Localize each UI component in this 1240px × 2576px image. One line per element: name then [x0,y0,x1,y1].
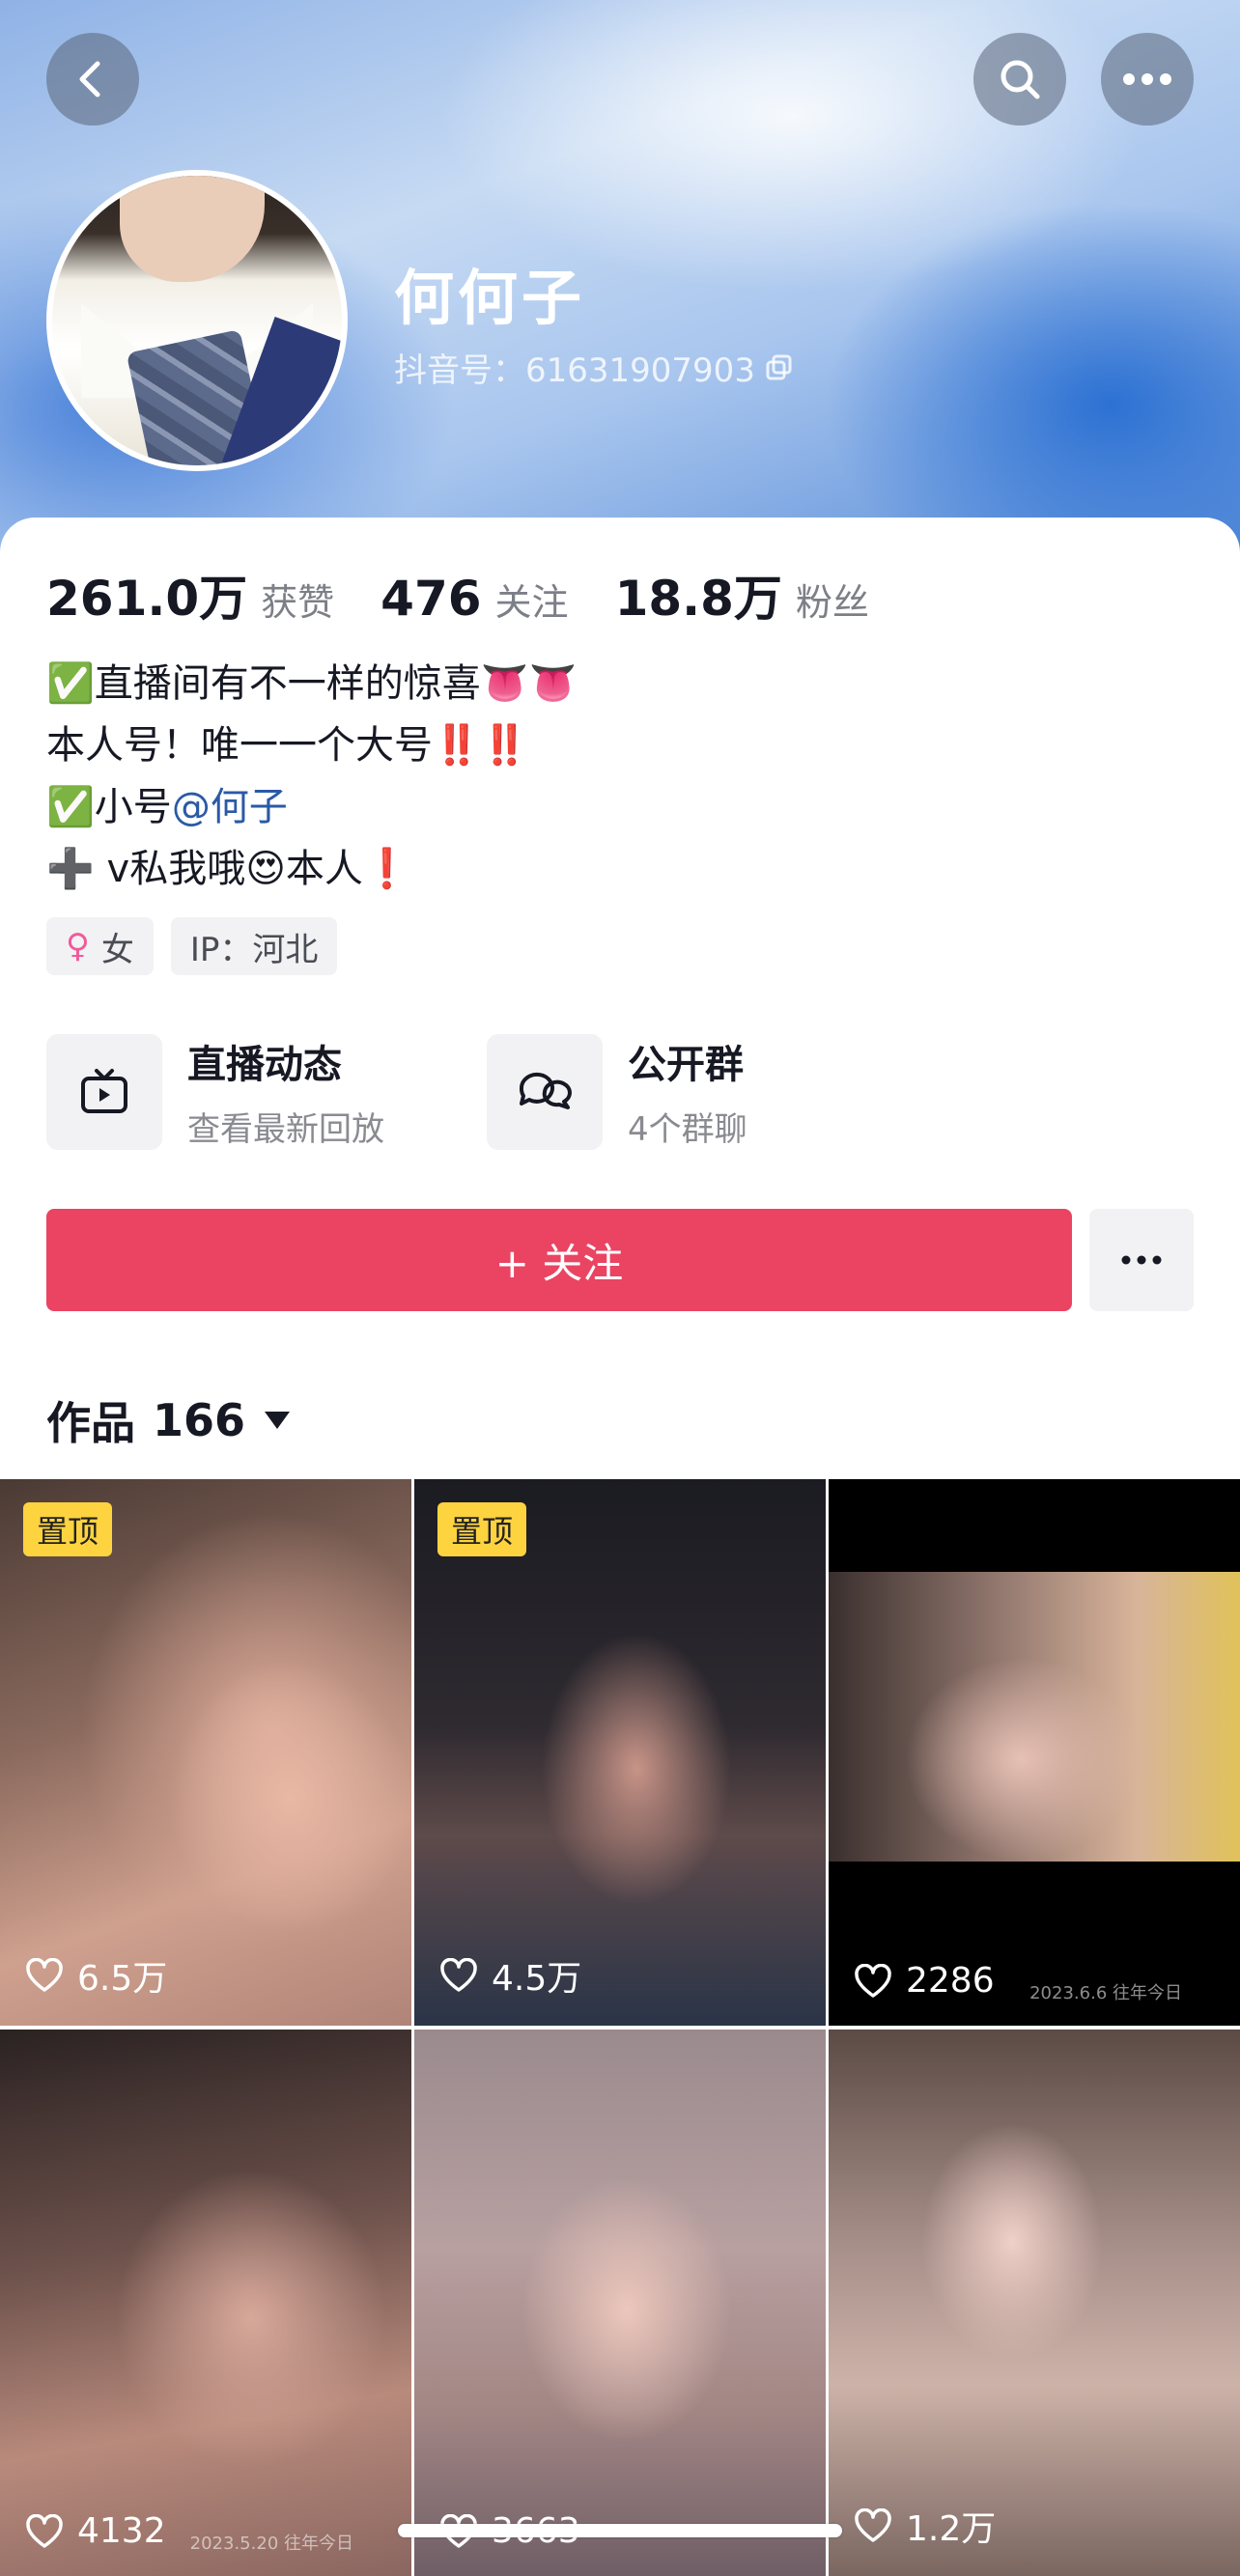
ip-text: IP：河北 [189,930,319,969]
video-thumbnail[interactable]: 置顶 6.5万 [0,1479,411,2026]
stats-row: 261.0万 获赞 476 关注 18.8万 粉丝 [46,560,916,630]
stat-likes[interactable]: 261.0万 获赞 [46,560,334,630]
douyin-id-text: 抖音号：61631907903 [394,351,755,390]
works-tab[interactable]: 作品 166 [46,1388,291,1452]
follow-button[interactable]: + 关注 [46,1209,1072,1311]
live-entry[interactable]: 直播动态 查看最新回放 [46,1033,384,1150]
group-entry-title: 公开群 [628,1043,744,1087]
douyin-id[interactable]: 抖音号：61631907903 [394,344,794,391]
works-label: 作品 [46,1397,135,1449]
bio-line: ✅直播间有不一样的惊喜👅👅 [46,661,578,706]
video-thumbnail[interactable]: 1.2万 [829,2030,1240,2576]
profile-name: 何何子 [394,263,586,333]
ip-tag: IP：河北 [170,917,338,975]
dropdown-arrow-icon [265,1412,291,1429]
bio-line: 本人号！唯一一个大号‼️‼️ [46,723,529,768]
video-thumbnail[interactable]: 3663 [414,2030,826,2576]
heart-icon [26,2513,63,2548]
search-icon [1000,60,1040,99]
stat-label: 获赞 [261,581,335,624]
chevron-left-icon [79,61,100,98]
heart-icon [855,1963,891,1998]
video-thumbnail[interactable]: 4132 2023.5.20 往年今日 [0,2030,411,2576]
group-entry-icon-box [487,1033,603,1150]
copy-icon[interactable] [765,353,794,382]
stat-value: 476 [380,571,482,627]
bio-line: ➕ v私我哦😍本人❗ [46,847,411,891]
heart-icon [855,2508,891,2542]
stat-value: 261.0万 [46,571,248,627]
chat-bubbles-icon [519,1072,572,1109]
tv-icon [81,1068,127,1113]
profile-more-button[interactable] [1089,1209,1194,1311]
home-indicator[interactable] [398,2524,842,2537]
pinned-badge: 置顶 [437,1502,527,1556]
group-entry-subtitle: 4个群聊 [628,1110,747,1149]
like-count: 1.2万 [854,2501,996,2551]
like-count-text: 2286 [906,1961,995,2001]
bio-text: ✅小号 [46,785,172,829]
video-thumbnail[interactable]: 置顶 4.5万 [414,1479,826,2026]
avatar[interactable] [46,170,348,471]
like-count: 2286 [854,1961,995,2001]
date-stamp: 2023.6.6 往年今日 [1029,1983,1182,2003]
stat-following[interactable]: 476 关注 [380,571,568,627]
female-icon: ♀ [66,927,90,966]
stat-label: 粉丝 [795,581,869,624]
live-entry-icon-box [46,1033,162,1150]
live-entry-title: 直播动态 [187,1043,342,1087]
like-count: 4.5万 [439,1950,581,2001]
gender-text: 女 [100,930,134,969]
group-entry[interactable]: 公开群 4个群聊 [487,1033,747,1150]
follow-button-label: + 关注 [494,1239,624,1287]
video-thumbnail[interactable]: 2286 2023.6.6 往年今日 [829,1479,1240,2026]
works-count: 166 [153,1394,246,1446]
mention-link[interactable]: @何子 [172,785,288,829]
stat-label: 关注 [494,581,569,624]
gender-tag: ♀ 女 [46,917,154,975]
live-entry-subtitle: 查看最新回放 [187,1110,384,1149]
heart-icon [26,1958,63,1992]
like-count-text: 1.2万 [906,2509,997,2549]
date-stamp: 2023.5.20 往年今日 [189,2534,353,2554]
like-count: 6.5万 [25,1950,167,2001]
stat-followers[interactable]: 18.8万 粉丝 [615,560,869,630]
like-count: 4132 [25,2511,166,2551]
like-count-text: 6.5万 [77,1959,168,1999]
bio-line: ✅小号@何子 [46,776,1186,838]
more-horizontal-icon [1121,1255,1162,1265]
heart-icon [440,1958,477,1992]
profile-tags: ♀ 女 IP：河北 [46,917,338,975]
like-count-text: 4132 [77,2511,166,2551]
bio: ✅直播间有不一样的惊喜👅👅 本人号！唯一一个大号‼️‼️ ✅小号@何子 ➕ v私… [46,653,1186,900]
pinned-badge: 置顶 [23,1502,113,1556]
stat-value: 18.8万 [614,571,782,627]
search-button[interactable] [973,33,1066,126]
more-button[interactable] [1101,33,1194,126]
more-horizontal-icon [1123,73,1171,85]
back-button[interactable] [46,33,139,126]
like-count-text: 4.5万 [492,1959,582,1999]
